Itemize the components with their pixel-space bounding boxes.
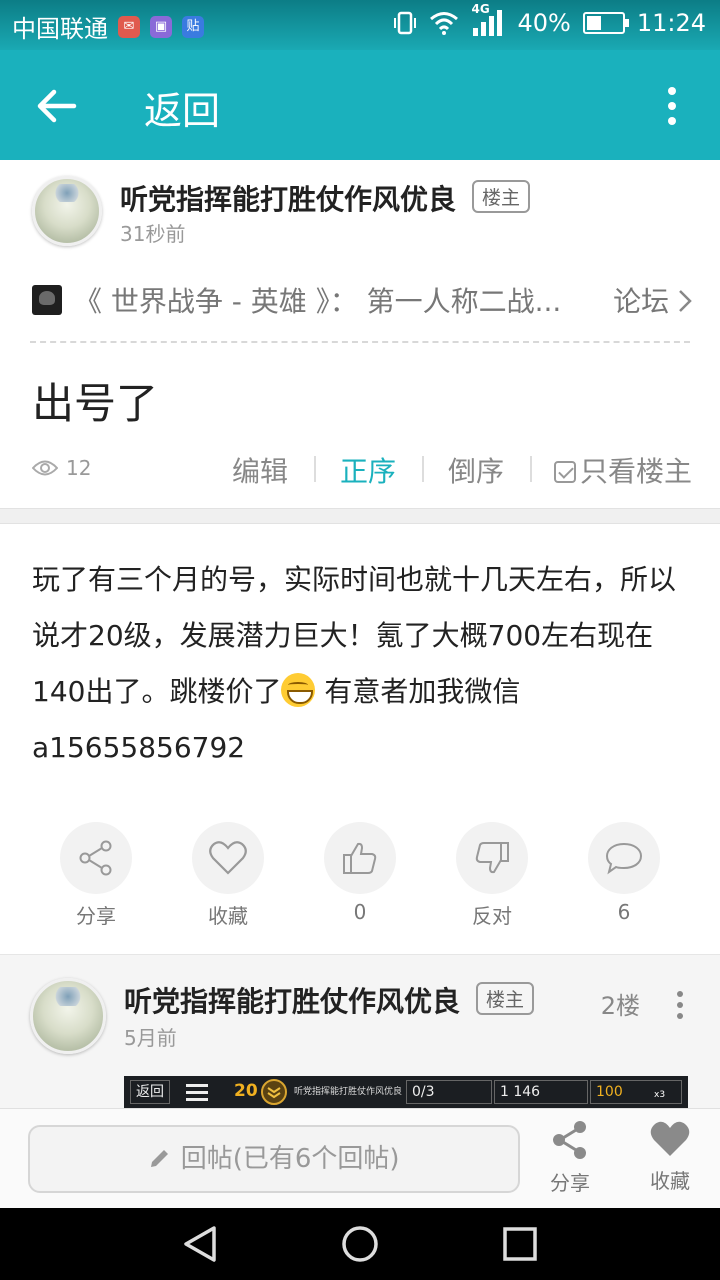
clock: 11:24 xyxy=(636,9,706,37)
pencil-icon xyxy=(151,1150,169,1167)
share-icon xyxy=(553,1121,586,1159)
app-bar: 返回 xyxy=(0,50,720,160)
share-action[interactable]: 分享 xyxy=(46,822,146,929)
rank-icon xyxy=(261,1079,287,1105)
system-nav-bar xyxy=(0,1208,720,1280)
forum-link-label: 论坛 xyxy=(613,285,670,318)
more-options-icon[interactable] xyxy=(674,990,686,1020)
comment-count: 6 xyxy=(617,900,631,924)
post-time: 31秒前 xyxy=(120,222,186,246)
heart-icon xyxy=(209,841,247,875)
game-gold: 100 xyxy=(590,1080,682,1104)
heart-icon xyxy=(650,1121,690,1156)
bottom-share-label: 分享 xyxy=(550,1171,590,1195)
bottom-favorite-button[interactable]: 收藏 xyxy=(630,1119,710,1194)
reply-author-name[interactable]: 听党指挥能打胜仗作风优良 xyxy=(124,980,460,1020)
eye-icon xyxy=(32,460,58,476)
view-count-value: 12 xyxy=(66,456,92,480)
chevron-right-icon xyxy=(679,290,692,312)
post-actions: 分享 收藏 0 反对 6 xyxy=(0,822,720,932)
reply-owner-badge: 楼主 xyxy=(476,982,535,1015)
forum-name: 《 世界战争 - 英雄 》： 第一人称二战... xyxy=(74,285,562,318)
game-player-name: 听党指挥能打胜仗作风优良 xyxy=(294,1087,403,1097)
game-forum-icon xyxy=(32,285,62,315)
reply-time: 5月前 xyxy=(124,1026,177,1050)
thumbs-down-icon xyxy=(475,842,509,874)
thumbs-up-icon xyxy=(343,842,377,874)
battery-level-fill xyxy=(586,16,601,30)
favorite-label: 收藏 xyxy=(208,904,248,928)
view-count: 12 xyxy=(32,456,91,480)
checkbox-icon xyxy=(554,461,576,483)
menu-icon xyxy=(186,1084,208,1101)
vibrate-icon xyxy=(394,11,417,35)
carrier-label: 中国联通 xyxy=(12,15,108,43)
like-count: 0 xyxy=(353,900,367,924)
post-body: 玩了有三个月的号，实际时间也就十几天左右，所以说才20级，发展潜力巨大！氪了大概… xyxy=(32,552,688,776)
reply-input[interactable]: 回帖(已有6个回帖) xyxy=(28,1125,520,1193)
like-action[interactable]: 0 xyxy=(310,822,410,924)
game-multiplier: x3 xyxy=(654,1090,666,1100)
laughing-emoji-icon xyxy=(281,673,316,707)
game-silver: 1 146 xyxy=(494,1080,588,1104)
game-tank-slots: 0/3 xyxy=(406,1080,492,1104)
page-title[interactable]: 返回 xyxy=(144,80,220,135)
owner-only-toggle[interactable]: 只看楼主 xyxy=(554,450,692,490)
battery-icon xyxy=(582,12,629,34)
more-options-icon[interactable] xyxy=(664,86,680,126)
nav-recents-icon[interactable] xyxy=(500,1224,540,1264)
floor-number: 2楼 xyxy=(600,992,640,1020)
sort-descending-tab[interactable]: 倒序 xyxy=(448,450,504,490)
forum-link-row[interactable]: 《 世界战争 - 英雄 》： 第一人称二战... 论坛 xyxy=(32,280,692,320)
divider xyxy=(30,341,690,343)
status-bar: 中国联通 ✉ ▣ 贴 4G 40% 11:24 xyxy=(0,0,720,50)
oppose-label: 反对 xyxy=(472,904,512,928)
bottom-share-button[interactable]: 分享 xyxy=(530,1119,610,1196)
oppose-action[interactable]: 反对 xyxy=(442,822,542,929)
tieba-notification-icon: 贴 xyxy=(182,15,204,38)
forum-link[interactable]: 论坛 xyxy=(613,280,692,320)
game-level: 20 xyxy=(234,1081,258,1101)
sort-ascending-tab[interactable]: 正序 xyxy=(340,450,396,490)
wifi-icon xyxy=(430,12,459,35)
gallery-notification-icon: ▣ xyxy=(150,15,172,38)
reply-author-avatar[interactable] xyxy=(30,978,106,1054)
post-title: 出号了 xyxy=(32,379,159,428)
share-label: 分享 xyxy=(76,904,116,928)
author-name[interactable]: 听党指挥能打胜仗作风优良 xyxy=(120,178,456,218)
nav-home-icon[interactable] xyxy=(340,1224,380,1264)
reply-placeholder: 回帖(已有6个回帖) xyxy=(180,1144,400,1174)
game-back-label: 返回 xyxy=(130,1080,170,1104)
edit-button[interactable]: 编辑 xyxy=(232,450,288,490)
battery-percent: 40% xyxy=(517,9,571,37)
separator xyxy=(530,456,532,482)
favorite-action[interactable]: 收藏 xyxy=(178,822,278,929)
separator xyxy=(422,456,424,482)
back-arrow-icon[interactable] xyxy=(34,84,78,128)
bottom-bar: 回帖(已有6个回帖) 分享 收藏 xyxy=(0,1108,720,1208)
comment-icon xyxy=(605,842,643,875)
section-gap xyxy=(0,508,720,524)
comment-action[interactable]: 6 xyxy=(574,822,674,924)
mail-notification-icon: ✉ xyxy=(118,15,140,38)
owner-badge: 楼主 xyxy=(472,180,531,213)
owner-only-label: 只看楼主 xyxy=(580,455,693,488)
bottom-favorite-label: 收藏 xyxy=(650,1169,690,1193)
share-icon xyxy=(79,840,112,876)
signal-icon: 4G xyxy=(471,2,505,36)
separator xyxy=(314,456,316,482)
author-avatar[interactable] xyxy=(32,176,102,246)
nav-back-icon[interactable] xyxy=(180,1224,220,1264)
game-screenshot[interactable]: 返回 20 听党指挥能打胜仗作风优良 0/3 1 146 100 x3 xyxy=(124,1076,688,1108)
